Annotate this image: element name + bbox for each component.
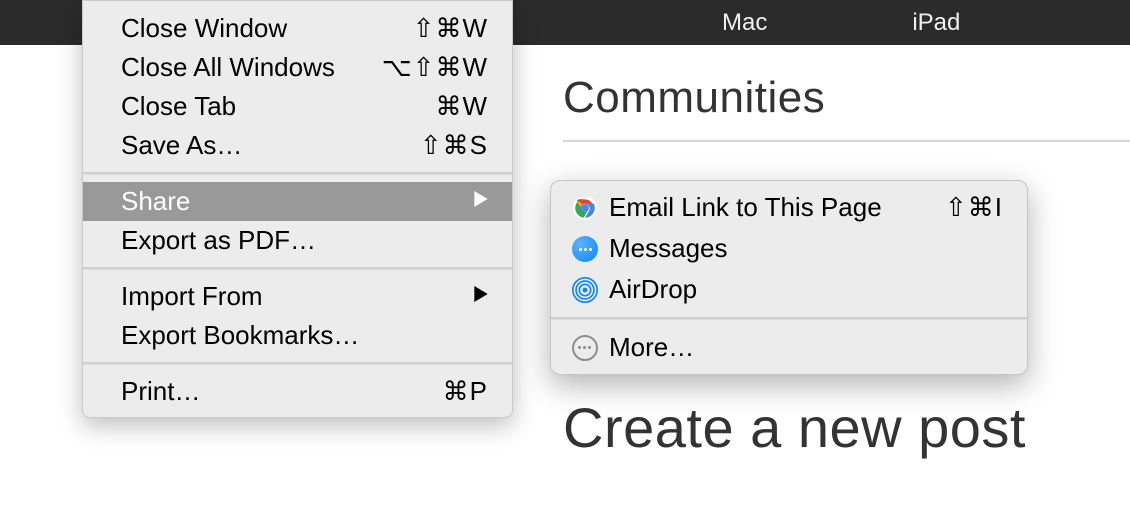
page-heading: Create a new post [563,395,1026,460]
menu-item-shortcut: ⌘W [358,91,488,122]
section-title: Communities [563,73,1130,123]
menu-item-close-window[interactable]: Close Window ⇧⌘W [83,9,512,48]
menu-item-shortcut: ⇧⌘W [358,13,488,44]
messages-icon [567,234,603,264]
menu-separator [83,362,512,365]
menu-item-label: Close Window [121,13,358,44]
nav-item-mac[interactable]: Mac [722,9,767,37]
submenu-item-shortcut: ⇧⌘I [945,192,1003,223]
menu-item-import-from[interactable]: Import From [83,277,512,316]
menu-item-label: Import From [121,281,474,312]
submenu-item-label: More… [609,332,1003,363]
menu-item-export-pdf[interactable]: Export as PDF… [83,221,512,260]
menu-item-shortcut: ⇧⌘S [358,130,488,161]
submenu-item-label: Messages [609,233,1003,264]
more-icon [567,333,603,363]
menu-item-label: Export as PDF… [121,225,488,256]
menu-item-label: Save As… [121,130,358,161]
chrome-icon [567,193,603,223]
share-submenu: Email Link to This Page ⇧⌘I Messages Air… [550,180,1028,375]
nav-item-ipad[interactable]: iPad [912,9,960,37]
menu-item-label: Export Bookmarks… [121,320,488,351]
menu-item-shortcut: ⌘P [358,376,488,407]
menu-separator [83,172,512,175]
menu-item-save-as[interactable]: Save As… ⇧⌘S [83,126,512,165]
menu-item-print[interactable]: Print… ⌘P [83,372,512,411]
submenu-item-label: Email Link to This Page [609,192,945,223]
section-divider [563,140,1130,142]
menu-item-share[interactable]: Share [83,182,512,221]
submenu-separator [551,317,1027,320]
menu-item-label: Share [121,186,474,217]
menu-separator [83,267,512,270]
menu-item-label: Print… [121,376,358,407]
submenu-item-messages[interactable]: Messages [551,228,1027,269]
submenu-arrow-icon [474,285,488,308]
submenu-item-label: AirDrop [609,274,1003,305]
submenu-item-more[interactable]: More… [551,327,1027,368]
airdrop-icon [567,275,603,305]
menu-item-label: Close All Windows [121,52,358,83]
submenu-item-email-link[interactable]: Email Link to This Page ⇧⌘I [551,187,1027,228]
menu-item-close-tab[interactable]: Close Tab ⌘W [83,87,512,126]
menu-item-label: Close Tab [121,91,358,122]
menu-item-close-all-windows[interactable]: Close All Windows ⌥⇧⌘W [83,48,512,87]
submenu-item-airdrop[interactable]: AirDrop [551,269,1027,310]
menu-item-export-bookmarks[interactable]: Export Bookmarks… [83,316,512,355]
menu-item-shortcut: ⌥⇧⌘W [358,52,488,83]
file-menu: Close Window ⇧⌘W Close All Windows ⌥⇧⌘W … [82,0,513,418]
submenu-arrow-icon [474,190,488,213]
page-content: Communities [563,45,1130,142]
